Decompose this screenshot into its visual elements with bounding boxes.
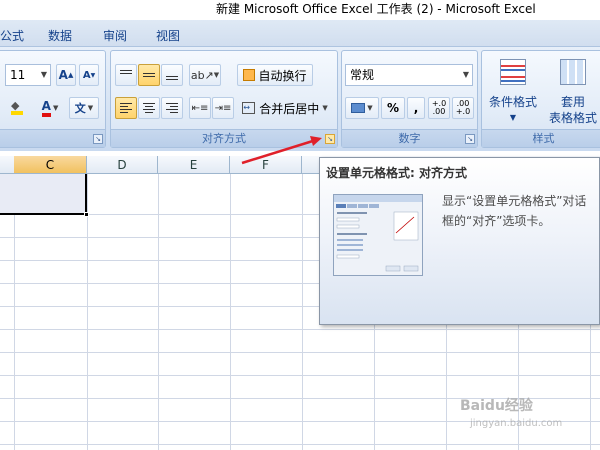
dialog-preview-icon bbox=[334, 195, 422, 272]
tab-data[interactable]: 数据 bbox=[48, 27, 72, 44]
grow-font-icon: A bbox=[58, 68, 68, 82]
ribbon-tab-bar: 公式 数据 审阅 视图 bbox=[0, 20, 600, 47]
tooltip-description: 显示“设置单元格格式”对话框的“对齐”选项卡。 bbox=[442, 194, 587, 228]
title-bar: 新建 Microsoft Office Excel 工作表 (2) - Micr… bbox=[0, 0, 600, 20]
styles-group-label: 样式 bbox=[482, 129, 600, 147]
font-size-select[interactable]: 11 ▼ bbox=[5, 64, 51, 86]
format-cells-dialog-thumbnail bbox=[333, 194, 423, 276]
shrink-font-button[interactable]: A ▼ bbox=[79, 64, 99, 86]
alignment-group: ab↗ ▼ 自动换行 ⇤≡ ⇥≡ ↔ 合并后居中 ▼ 对齐方式 ↘ bbox=[110, 50, 338, 148]
fill-color-button[interactable]: ◆ bbox=[5, 97, 29, 119]
table-format-label-line1: 套用 bbox=[560, 95, 585, 109]
paint-bucket-icon: ◆ bbox=[11, 100, 23, 115]
column-line bbox=[230, 174, 231, 450]
baidu-watermark: Baidu经验 bbox=[460, 398, 533, 414]
baidu-watermark-url: jingyan.baidu.com bbox=[470, 418, 563, 429]
phonetic-button[interactable]: 文 ▼ bbox=[69, 97, 99, 119]
selected-cell-range[interactable] bbox=[0, 174, 87, 215]
font-group: 11 ▼ A ▲ A ▼ ◆ A ▼ 文 ▼ ↘ bbox=[0, 50, 106, 148]
align-middle-icon bbox=[143, 70, 155, 80]
column-header-e[interactable]: E bbox=[158, 156, 230, 174]
wrap-text-icon bbox=[243, 69, 256, 81]
decrease-decimal-icon: .00 +.0 bbox=[455, 99, 471, 116]
text-orientation-icon: ab↗ bbox=[190, 68, 214, 82]
alignment-group-label: 对齐方式 bbox=[111, 129, 337, 147]
phonetic-icon: 文 bbox=[74, 102, 86, 115]
table-format-icon bbox=[560, 59, 586, 85]
comma-icon: , bbox=[413, 101, 419, 115]
column-line bbox=[302, 174, 303, 450]
accounting-format-button[interactable]: ▼ bbox=[345, 97, 379, 119]
row-line bbox=[0, 352, 600, 353]
currency-icon bbox=[351, 103, 366, 113]
align-right-icon bbox=[166, 103, 178, 113]
format-as-table-button[interactable]: 套用 表格格式 bbox=[542, 57, 600, 127]
row-line bbox=[0, 329, 600, 330]
shrink-font-icon: A bbox=[82, 69, 91, 81]
increase-decimal-icon: +.0 .00 bbox=[431, 99, 447, 116]
tooltip-title: 设置单元格格式: 对齐方式 bbox=[326, 166, 467, 180]
merge-cells-icon: ↔ bbox=[242, 102, 256, 114]
align-center-icon bbox=[143, 103, 155, 113]
font-color-icon: A bbox=[41, 99, 51, 117]
row-line bbox=[0, 444, 600, 445]
number-group: 常规 ▼ ▼ % , +.0 .00 .00 +.0 数字 ↘ bbox=[341, 50, 478, 148]
fill-handle[interactable] bbox=[84, 212, 89, 217]
conditional-format-icon bbox=[500, 59, 526, 85]
percent-button[interactable]: % bbox=[381, 97, 405, 119]
table-format-label-line2: 表格格式 bbox=[548, 111, 597, 125]
comma-button[interactable]: , bbox=[407, 97, 425, 119]
font-group-label bbox=[0, 129, 105, 147]
number-launcher-icon[interactable]: ↘ bbox=[465, 134, 475, 144]
tab-view[interactable]: 视图 bbox=[156, 27, 180, 44]
chevron-down-icon: ▼ bbox=[509, 113, 517, 122]
styles-group: 条件格式 ▼ 套用 表格格式 样式 bbox=[481, 50, 600, 148]
decrease-indent-icon: ⇤≡ bbox=[191, 102, 209, 114]
align-left-button[interactable] bbox=[115, 97, 137, 119]
orientation-button[interactable]: ab↗ ▼ bbox=[189, 64, 221, 86]
column-header-d[interactable]: D bbox=[87, 156, 158, 174]
decrease-decimal-button[interactable]: .00 +.0 bbox=[452, 97, 474, 119]
window-title: 新建 Microsoft Office Excel 工作表 (2) - Micr… bbox=[216, 2, 536, 16]
row-line bbox=[0, 375, 600, 376]
number-format-value: 常规 bbox=[350, 68, 375, 82]
number-format-select[interactable]: 常规 ▼ bbox=[345, 64, 473, 86]
align-middle-button[interactable] bbox=[138, 64, 160, 86]
tab-review[interactable]: 审阅 bbox=[103, 27, 127, 44]
align-bottom-button[interactable] bbox=[161, 64, 183, 86]
increase-decimal-button[interactable]: +.0 .00 bbox=[428, 97, 450, 119]
wrap-text-button[interactable]: 自动换行 bbox=[237, 64, 313, 86]
column-header-f[interactable]: F bbox=[230, 156, 302, 174]
align-right-button[interactable] bbox=[161, 97, 183, 119]
number-group-label: 数字 bbox=[342, 129, 477, 147]
align-bottom-icon bbox=[166, 70, 178, 80]
increase-indent-button[interactable]: ⇥≡ bbox=[212, 97, 234, 119]
grow-font-button[interactable]: A ▲ bbox=[56, 64, 76, 86]
font-launcher-icon[interactable]: ↘ bbox=[93, 134, 103, 144]
align-center-button[interactable] bbox=[138, 97, 160, 119]
column-line bbox=[158, 174, 159, 450]
increase-indent-icon: ⇥≡ bbox=[214, 102, 232, 114]
tab-formulas[interactable]: 公式 bbox=[0, 27, 24, 44]
alignment-launcher-icon[interactable]: ↘ bbox=[325, 134, 335, 144]
chevron-down-icon: ▼ bbox=[462, 70, 469, 79]
align-left-icon bbox=[120, 103, 132, 113]
align-top-icon bbox=[120, 70, 132, 80]
decrease-indent-button[interactable]: ⇤≡ bbox=[189, 97, 211, 119]
align-top-button[interactable] bbox=[115, 64, 137, 86]
column-header-c[interactable]: C bbox=[14, 156, 87, 174]
percent-icon: % bbox=[386, 101, 400, 115]
conditional-format-label: 条件格式 bbox=[488, 95, 537, 109]
ribbon: 11 ▼ A ▲ A ▼ ◆ A ▼ 文 ▼ ↘ ab↗ ▼ 自动换行 ⇤≡ ⇥… bbox=[0, 47, 600, 151]
column-header-b-partial[interactable] bbox=[0, 156, 14, 174]
column-line bbox=[14, 174, 15, 450]
font-size-value: 11 bbox=[10, 68, 26, 82]
merge-center-button[interactable]: ↔ 合并后居中 ▼ bbox=[237, 97, 333, 119]
chevron-down-icon: ▼ bbox=[40, 70, 47, 79]
merge-center-label: 合并后居中 bbox=[259, 101, 320, 116]
font-color-button[interactable]: A ▼ bbox=[35, 97, 65, 119]
wrap-text-label: 自动换行 bbox=[258, 68, 307, 83]
conditional-format-button[interactable]: 条件格式 ▼ bbox=[484, 57, 542, 127]
alignment-tooltip: 设置单元格格式: 对齐方式 显示“设置单元格格式”对话框的“对齐”选项卡。 bbox=[319, 157, 600, 325]
